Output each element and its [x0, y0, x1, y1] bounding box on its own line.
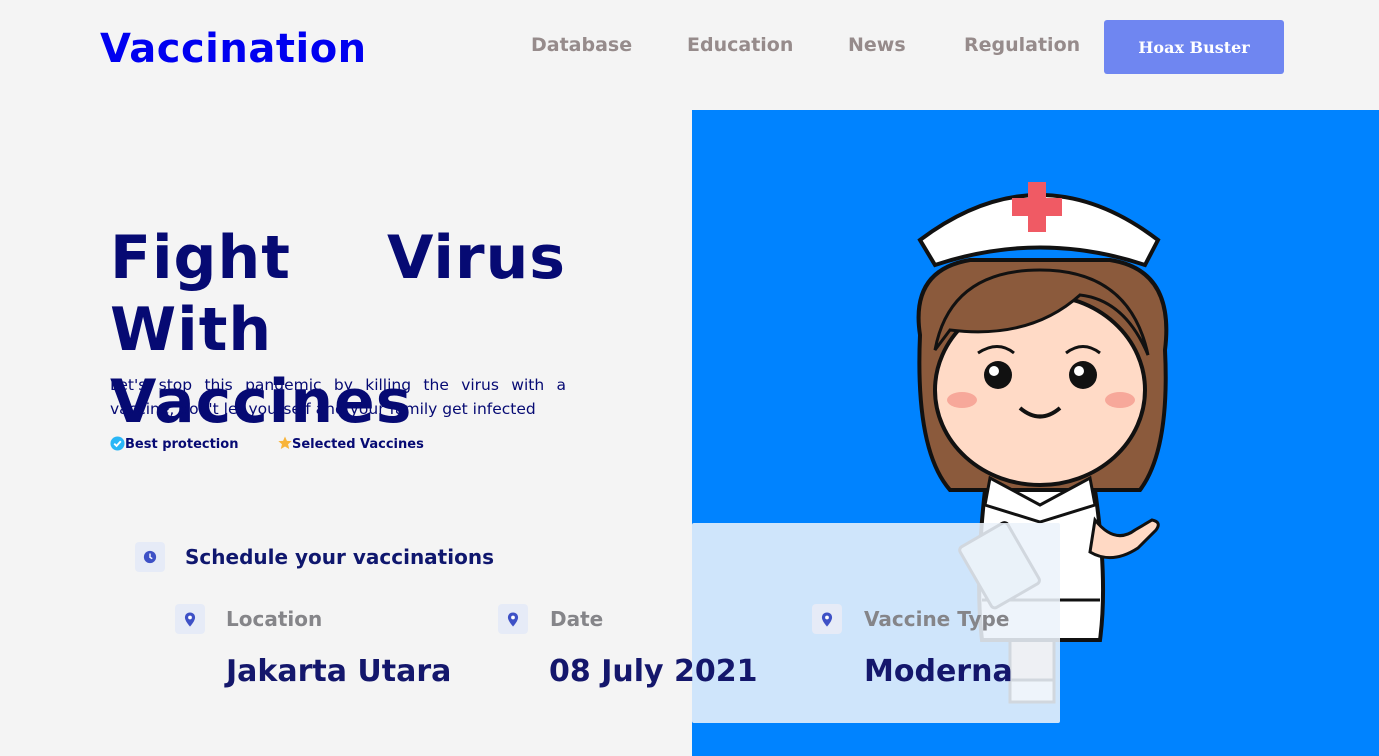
nav-regulation[interactable]: Regulation: [964, 34, 1080, 56]
hero-title-word-virus: Virus: [387, 223, 566, 293]
location-label: Location: [226, 607, 323, 631]
feature-label: Best protection: [125, 437, 239, 452]
nav-education[interactable]: Education: [687, 34, 793, 56]
vaccine-type-value[interactable]: Moderna: [864, 654, 1013, 689]
hero-subtitle: Let's stop this pandemic by killing the …: [110, 376, 566, 418]
hero-title-word-fight: Fight: [110, 223, 291, 293]
feature-best-protection: Best protection: [110, 436, 239, 452]
location-pin-icon: [175, 604, 205, 634]
logo[interactable]: Vaccination: [100, 26, 367, 72]
vaccine-type-label: Vaccine Type: [864, 607, 1010, 631]
location-pin-icon: [812, 604, 842, 634]
feature-selected-vaccines: Selected Vaccines: [278, 436, 424, 452]
feature-label: Selected Vaccines: [292, 437, 424, 452]
date-label: Date: [550, 607, 604, 631]
nav-database[interactable]: Database: [531, 34, 632, 56]
date-value[interactable]: 08 July 2021: [549, 654, 758, 689]
clock-icon: [135, 542, 165, 572]
location-pin-icon: [498, 604, 528, 634]
nav-news[interactable]: News: [848, 34, 906, 56]
check-badge-icon: [110, 436, 125, 451]
location-value[interactable]: Jakarta Utara: [226, 654, 451, 689]
hoax-buster-button[interactable]: Hoax Buster: [1104, 20, 1284, 74]
star-icon: [278, 436, 292, 449]
schedule-title: Schedule your vaccinations: [185, 545, 494, 569]
